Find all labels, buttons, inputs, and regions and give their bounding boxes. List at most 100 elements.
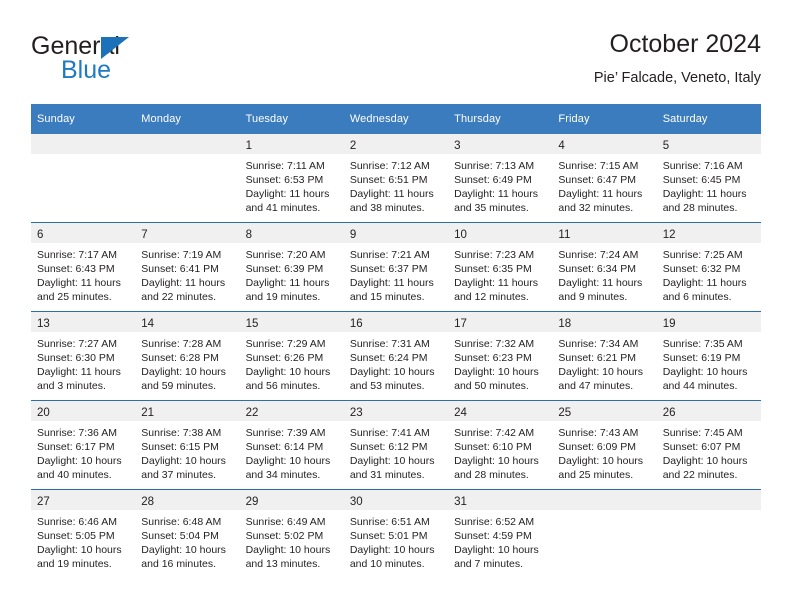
calendar-day-cell[interactable]: 24 Sunrise: 7:42 AM Sunset: 6:10 PM Dayl… [448, 400, 553, 490]
calendar-day-cell[interactable]: 12 Sunrise: 7:25 AM Sunset: 6:32 PM Dayl… [656, 222, 761, 312]
day-number: 28 [141, 496, 155, 508]
daylight-text-line2: and 32 minutes. [558, 202, 634, 214]
calendar-day-cell[interactable]: 11 Sunrise: 7:24 AM Sunset: 6:34 PM Dayl… [552, 222, 657, 312]
calendar-day-cell[interactable]: 25 Sunrise: 7:43 AM Sunset: 6:09 PM Dayl… [552, 400, 657, 490]
day-number: 6 [37, 229, 44, 241]
day-number-band: 28 [135, 490, 240, 510]
calendar-day-cell[interactable]: 31 Sunrise: 6:52 AM Sunset: 4:59 PM Dayl… [448, 489, 553, 578]
calendar-day-cell[interactable]: 18 Sunrise: 7:34 AM Sunset: 6:21 PM Dayl… [552, 311, 657, 401]
daylight-text-line1: Daylight: 10 hours [245, 544, 331, 556]
weekday-header-wednesday: Wednesday [343, 104, 449, 134]
daylight-text-line2: and 15 minutes. [349, 291, 425, 303]
sunset-text: Sunset: 6:10 PM [454, 441, 532, 453]
sunset-text: Sunset: 6:53 PM [245, 174, 324, 186]
sunrise-text: Sunrise: 7:41 AM [349, 427, 430, 439]
calendar-day-cell[interactable]: 29 Sunrise: 6:49 AM Sunset: 5:02 PM Dayl… [239, 489, 344, 578]
calendar-day-cell[interactable]: 6 Sunrise: 7:17 AM Sunset: 6:43 PM Dayli… [31, 222, 136, 312]
calendar-day-cell[interactable] [656, 489, 761, 578]
calendar-page: General Blue October 2024 Pie’ Falcade, … [0, 0, 792, 612]
calendar-day-cell[interactable]: 5 Sunrise: 7:16 AM Sunset: 6:45 PM Dayli… [656, 134, 761, 223]
calendar-day-cell[interactable]: 21 Sunrise: 7:38 AM Sunset: 6:15 PM Dayl… [135, 400, 240, 490]
day-number: 19 [662, 318, 676, 330]
calendar-day-cell[interactable]: 16 Sunrise: 7:31 AM Sunset: 6:24 PM Dayl… [343, 311, 449, 401]
daylight-text-line1: Daylight: 11 hours [454, 188, 538, 200]
daylight-text-line1: Daylight: 11 hours [558, 277, 643, 289]
calendar-day-cell[interactable]: 22 Sunrise: 7:39 AM Sunset: 6:14 PM Dayl… [239, 400, 344, 490]
sunrise-text: Sunrise: 7:29 AM [245, 338, 326, 350]
daylight-text-line2: and 41 minutes. [245, 202, 321, 214]
calendar-day-cell[interactable]: 14 Sunrise: 7:28 AM Sunset: 6:28 PM Dayl… [135, 311, 240, 401]
sunrise-text: Sunrise: 7:35 AM [662, 338, 743, 350]
sunset-text: Sunset: 6:32 PM [662, 263, 741, 275]
calendar-day-cell[interactable]: 9 Sunrise: 7:21 AM Sunset: 6:37 PM Dayli… [343, 222, 449, 312]
daylight-text-line1: Daylight: 10 hours [454, 544, 539, 556]
weekday-header-tuesday: Tuesday [239, 104, 344, 134]
day-number: 10 [454, 229, 467, 241]
sunset-text: Sunset: 6:45 PM [662, 174, 741, 186]
calendar-day-cell[interactable] [31, 134, 136, 223]
day-detail: Sunrise: 7:31 AM Sunset: 6:24 PM Dayligh… [344, 332, 448, 393]
calendar-day-cell[interactable] [135, 134, 240, 223]
day-number-band: 3 [448, 134, 553, 154]
sunset-text: Sunset: 5:04 PM [141, 530, 219, 542]
day-number: 13 [37, 318, 50, 330]
daylight-text-line1: Daylight: 11 hours [37, 366, 121, 378]
calendar-day-cell[interactable]: 3 Sunrise: 7:13 AM Sunset: 6:49 PM Dayli… [448, 134, 553, 223]
sunset-text: Sunset: 6:09 PM [558, 441, 637, 453]
sunrise-text: Sunrise: 6:51 AM [349, 516, 430, 528]
day-number: 17 [454, 318, 467, 330]
calendar-day-cell[interactable]: 15 Sunrise: 7:29 AM Sunset: 6:26 PM Dayl… [239, 311, 344, 401]
calendar-day-cell[interactable]: 20 Sunrise: 7:36 AM Sunset: 6:17 PM Dayl… [31, 400, 136, 490]
calendar-day-cell[interactable]: 19 Sunrise: 7:35 AM Sunset: 6:19 PM Dayl… [656, 311, 761, 401]
calendar-day-cell[interactable]: 26 Sunrise: 7:45 AM Sunset: 6:07 PM Dayl… [656, 400, 761, 490]
day-number: 26 [662, 407, 676, 419]
sunset-text: Sunset: 6:37 PM [349, 263, 428, 275]
day-detail: Sunrise: 7:24 AM Sunset: 6:34 PM Dayligh… [552, 243, 656, 304]
sunset-text: Sunset: 6:39 PM [245, 263, 324, 275]
calendar-day-cell[interactable]: 27 Sunrise: 6:46 AM Sunset: 5:05 PM Dayl… [31, 489, 136, 578]
calendar-day-cell[interactable]: 4 Sunrise: 7:15 AM Sunset: 6:47 PM Dayli… [552, 134, 657, 223]
day-number-band [552, 490, 657, 510]
day-number-band: 31 [448, 490, 553, 510]
day-number-band: 5 [656, 134, 761, 154]
calendar-day-cell[interactable]: 30 Sunrise: 6:51 AM Sunset: 5:01 PM Dayl… [343, 489, 449, 578]
calendar-day-cell[interactable]: 17 Sunrise: 7:32 AM Sunset: 6:23 PM Dayl… [448, 311, 553, 401]
day-number-band: 12 [656, 223, 761, 243]
day-detail: Sunrise: 7:35 AM Sunset: 6:19 PM Dayligh… [657, 332, 761, 393]
sunset-text: Sunset: 6:41 PM [141, 263, 219, 275]
sunset-text: Sunset: 6:07 PM [662, 441, 741, 453]
sunset-text: Sunset: 6:51 PM [349, 174, 428, 186]
daylight-text-line2: and 25 minutes. [558, 469, 634, 481]
calendar-day-cell[interactable]: 23 Sunrise: 7:41 AM Sunset: 6:12 PM Dayl… [343, 400, 449, 490]
title-block: October 2024 Pie’ Falcade, Veneto, Italy [594, 28, 761, 89]
sunrise-text: Sunrise: 7:19 AM [141, 249, 222, 261]
brand-logo[interactable]: General Blue [31, 32, 231, 90]
calendar-day-cell[interactable]: 2 Sunrise: 7:12 AM Sunset: 6:51 PM Dayli… [343, 134, 449, 223]
sunset-text: Sunset: 6:19 PM [662, 352, 741, 364]
daylight-text-line2: and 22 minutes. [141, 291, 216, 303]
sunset-text: Sunset: 6:15 PM [141, 441, 219, 453]
daylight-text-line2: and 13 minutes. [245, 558, 321, 570]
calendar-day-cell[interactable]: 28 Sunrise: 6:48 AM Sunset: 5:04 PM Dayl… [135, 489, 240, 578]
calendar-header-row: Sunday Monday Tuesday Wednesday Thursday… [31, 104, 761, 134]
day-detail: Sunrise: 6:48 AM Sunset: 5:04 PM Dayligh… [135, 510, 239, 571]
sunset-text: Sunset: 6:17 PM [37, 441, 115, 453]
daylight-text-line2: and 31 minutes. [349, 469, 425, 481]
day-detail: Sunrise: 7:12 AM Sunset: 6:51 PM Dayligh… [344, 154, 448, 215]
calendar-day-cell[interactable]: 8 Sunrise: 7:20 AM Sunset: 6:39 PM Dayli… [239, 222, 344, 312]
daylight-text-line2: and 40 minutes. [37, 469, 112, 481]
daylight-text-line1: Daylight: 10 hours [349, 366, 435, 378]
calendar-day-cell[interactable]: 1 Sunrise: 7:11 AM Sunset: 6:53 PM Dayli… [239, 134, 344, 223]
day-number-band: 14 [135, 312, 240, 332]
day-number-band: 1 [239, 134, 344, 154]
day-number-band [135, 134, 240, 154]
calendar-day-cell[interactable] [552, 489, 657, 578]
daylight-text-line1: Daylight: 10 hours [454, 455, 539, 467]
calendar-day-cell[interactable]: 7 Sunrise: 7:19 AM Sunset: 6:41 PM Dayli… [135, 222, 240, 312]
calendar-week-row: 6 Sunrise: 7:17 AM Sunset: 6:43 PM Dayli… [31, 222, 761, 312]
day-detail: Sunrise: 7:39 AM Sunset: 6:14 PM Dayligh… [240, 421, 344, 482]
daylight-text-line2: and 25 minutes. [37, 291, 112, 303]
calendar-day-cell[interactable]: 13 Sunrise: 7:27 AM Sunset: 6:30 PM Dayl… [31, 311, 136, 401]
day-number: 21 [141, 407, 155, 419]
calendar-day-cell[interactable]: 10 Sunrise: 7:23 AM Sunset: 6:35 PM Dayl… [448, 222, 553, 312]
